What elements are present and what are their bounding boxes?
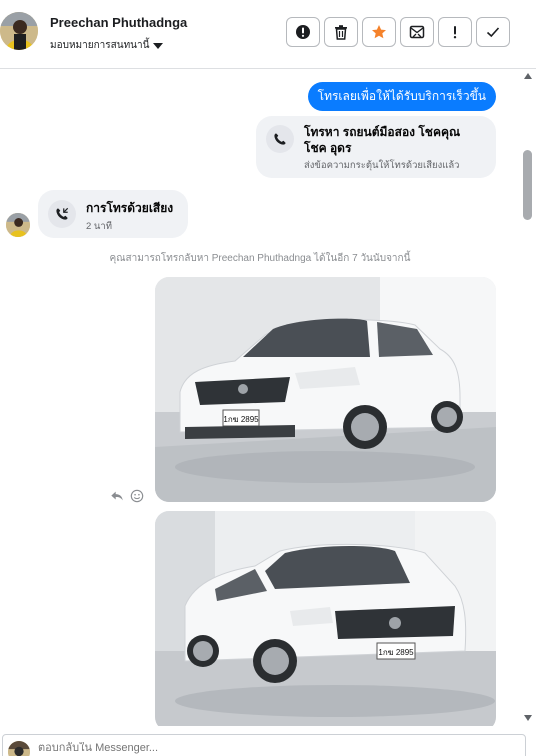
check-icon (486, 27, 500, 38)
call-request-title: โทรหา รถยนต์มือสอง โชคคุณ โชค อุดร (304, 125, 461, 155)
trash-icon (335, 25, 347, 40)
caret-down-icon (153, 42, 164, 49)
message-actions (110, 489, 144, 503)
reply-input[interactable] (38, 742, 338, 754)
message-thread[interactable]: โทรเลยเพื่อให้ได้รับบริการเร็วขึ้น โทรหา… (0, 70, 520, 726)
outgoing-message-bubble: โทรเลยเพื่อให้ได้รับบริการเร็วขึ้น (307, 82, 496, 111)
archive-button[interactable] (400, 17, 434, 47)
star-icon (372, 25, 386, 39)
license-plate: 1กฆ 2895 (223, 415, 259, 424)
callback-notice: คุณสามารถโทรกลับหา Preechan Phuthadnga ไ… (109, 253, 411, 264)
page-avatar (8, 741, 30, 756)
follow-up-button[interactable] (438, 17, 472, 47)
envelope-x-icon (409, 25, 425, 39)
scroll-down-arrow-icon[interactable] (524, 715, 532, 721)
thread-scrollbar[interactable] (520, 70, 536, 726)
reply-icon[interactable] (110, 489, 124, 503)
voice-call-title: การโทรด้วยเสียง (86, 201, 174, 215)
contact-name[interactable]: Preechan Phuthadnga (50, 15, 187, 30)
star-button[interactable] (362, 17, 396, 47)
outgoing-call-request-card[interactable]: โทรหา รถยนต์มือสอง โชคคุณ โชค อุดร ส่งข้… (256, 116, 496, 178)
done-button[interactable] (476, 17, 510, 47)
car-photo[interactable]: 1กฆ 2895 (155, 277, 496, 502)
phone-incoming-icon (48, 200, 76, 228)
reply-composer (0, 732, 536, 756)
spam-button[interactable] (286, 17, 320, 47)
exclamation-icon (453, 26, 457, 39)
incoming-voice-call-card[interactable]: การโทรด้วยเสียง 2 นาที (38, 190, 188, 238)
contact-avatar[interactable] (0, 12, 38, 50)
assign-label: มอบหมายการสนทนานี้ (50, 40, 150, 51)
scroll-up-arrow-icon[interactable] (524, 73, 532, 79)
delete-button[interactable] (324, 17, 358, 47)
scrollbar-thumb[interactable] (523, 150, 532, 220)
header-actions (286, 17, 510, 47)
car-photo[interactable]: 1กฆ 2895 (155, 511, 496, 726)
conversation-header: Preechan Phuthadnga มอบหมายการสนทนานี้ (0, 0, 536, 69)
messenger-conversation-panel: Preechan Phuthadnga มอบหมายการสนทนานี้ โ… (0, 0, 536, 756)
react-emoji-icon[interactable] (130, 489, 144, 503)
license-plate: 1กฆ 2895 (378, 648, 414, 657)
phone-icon (266, 125, 294, 153)
sender-avatar (6, 213, 30, 237)
voice-call-duration: 2 นาที (86, 221, 113, 232)
assign-conversation-dropdown[interactable]: มอบหมายการสนทนานี้ (50, 38, 164, 53)
call-request-subtitle: ส่งข้อความกระตุ้นให้โทรด้วยเสียงแล้ว (304, 160, 460, 171)
exclamation-circle-icon (296, 25, 310, 39)
